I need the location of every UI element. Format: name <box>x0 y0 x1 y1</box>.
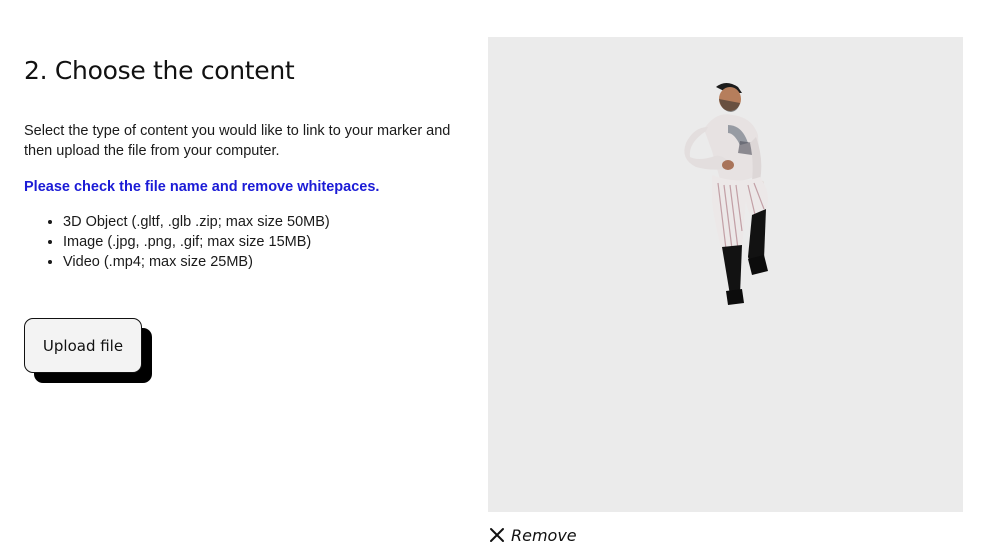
model-preview[interactable] <box>488 37 963 512</box>
section-description: Select the type of content you would lik… <box>24 123 451 159</box>
baseball-player-model <box>684 83 768 305</box>
upload-file-button[interactable]: Upload file <box>24 318 142 373</box>
list-item: Image (.jpg, .png, .gif; max size 15MB) <box>63 232 330 252</box>
remove-label: Remove <box>511 525 577 545</box>
list-item: Video (.mp4; max size 25MB) <box>63 252 330 272</box>
list-item: 3D Object (.gltf, .glb .zip; max size 50… <box>63 212 330 232</box>
filename-warning: Please check the file name and remove wh… <box>24 179 380 195</box>
file-type-list: 3D Object (.gltf, .glb .zip; max size 50… <box>24 212 330 272</box>
page-title: 2. Choose the content <box>24 56 295 85</box>
upload-button-wrapper: Upload file <box>24 318 154 384</box>
close-icon <box>490 528 504 542</box>
remove-button[interactable]: Remove <box>489 523 577 547</box>
